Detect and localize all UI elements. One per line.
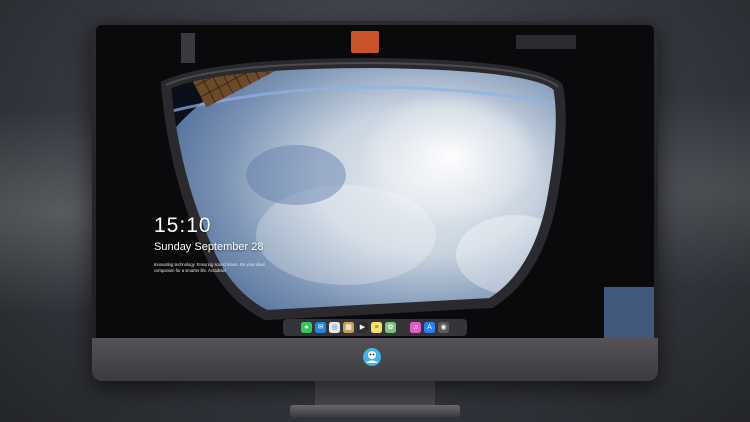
photos-icon[interactable]: ✿	[385, 322, 396, 333]
itunes-icon[interactable]: ♫	[410, 322, 421, 333]
notes-icon[interactable]: ≡	[371, 322, 382, 333]
safari-icon[interactable]: ◎	[329, 322, 340, 333]
final-cut-icon[interactable]: ▶	[357, 322, 368, 333]
dock: ● ✉ ◎ ▦ ▶ ≡ ✿ ♫ A ◉	[283, 319, 467, 336]
preview-icon[interactable]: ▦	[343, 322, 354, 333]
mail-icon[interactable]: ✉	[315, 322, 326, 333]
app-store-icon[interactable]: A	[424, 322, 435, 333]
wallpaper-earth-from-window	[96, 25, 654, 338]
lock-date: Sunday September 28	[154, 241, 264, 253]
monitor-foot	[290, 405, 460, 417]
monitor-chin	[92, 338, 658, 381]
messages-icon[interactable]: ●	[301, 322, 312, 333]
brand-logo-icon	[363, 348, 381, 366]
camera-icon[interactable]: ◉	[438, 322, 449, 333]
lock-tagline: Innovating technology. Ensuring sound fu…	[154, 262, 265, 273]
lock-clock: 15:10	[154, 214, 212, 237]
monitor: 15:10 Sunday September 28 Innovating tec…	[92, 21, 658, 381]
screen: 15:10 Sunday September 28 Innovating tec…	[96, 25, 654, 338]
